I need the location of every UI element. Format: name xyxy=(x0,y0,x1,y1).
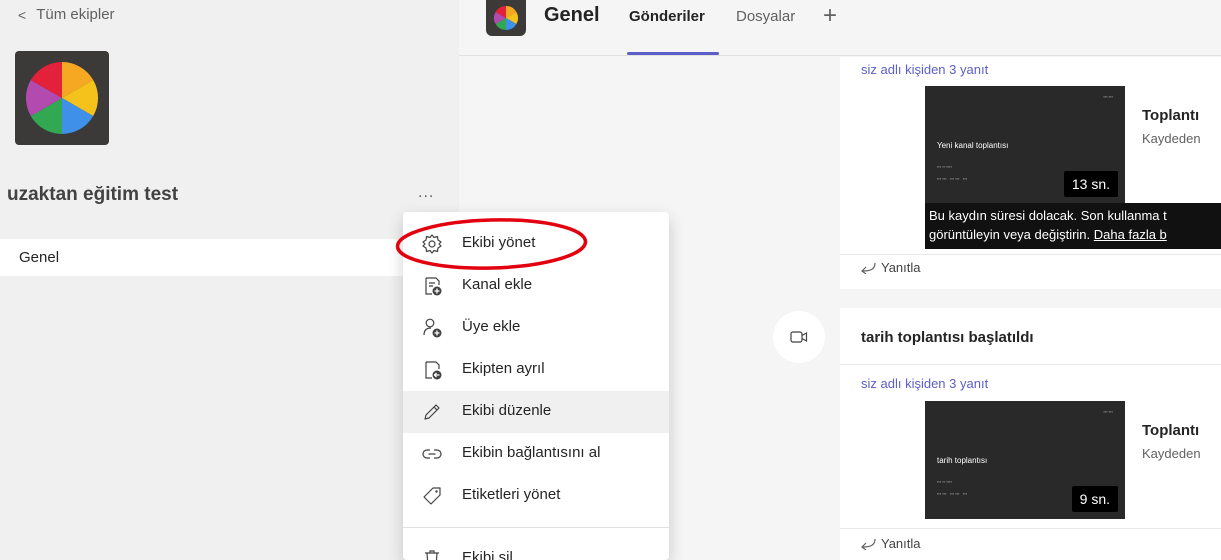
menu-item-label: Kanal ekle xyxy=(462,276,533,293)
recording-thumbnail[interactable]: ▪▪▪ ▪▪▪ tarih toplantısı ▪▪▪ ▪▪ ▪▪▪▪ ▪▪▪… xyxy=(925,401,1125,519)
duration-badge: 13 sn. xyxy=(1063,171,1118,197)
add-channel-icon xyxy=(425,277,442,296)
menu-item-add-member[interactable]: Üye ekle xyxy=(403,307,669,349)
pie-logo-icon xyxy=(493,5,519,31)
reply-label: Yanıtla xyxy=(881,536,921,551)
menu-item-leave-team[interactable]: Ekipten ayrıl xyxy=(403,349,669,391)
team-sidebar: < Tüm ekipler uzaktan eğitim test ... Ge… xyxy=(0,0,459,560)
menu-item-get-link[interactable]: Ekibin bağlantısını al xyxy=(403,433,669,475)
add-tab-button[interactable]: + xyxy=(823,2,837,30)
back-to-teams-link[interactable]: < Tüm ekipler xyxy=(18,6,115,23)
link-icon xyxy=(422,449,442,459)
expiry-warning: Bu kaydın süresi dolacak. Son kullanma t… xyxy=(925,203,1221,249)
replies-link[interactable]: siz adlı kişiden 3 yanıt xyxy=(861,62,988,77)
thumbnail-tag: ▪▪▪ ▪▪▪ xyxy=(1103,94,1113,99)
menu-separator xyxy=(403,527,669,528)
post-card: siz adlı kişiden 3 yanıt ▪▪▪ ▪▪▪ Yeni ka… xyxy=(840,57,1221,289)
menu-item-label: Ekibi yönet xyxy=(462,234,536,251)
meeting-post-card: tarih toplantısı başlatıldı siz adlı kiş… xyxy=(840,308,1221,560)
tab-files[interactable]: Dosyalar xyxy=(736,8,795,25)
divider xyxy=(840,364,1221,365)
warning-line-2: görüntüleyin veya değiştirin. Daha fazla… xyxy=(929,225,1217,244)
gear-icon xyxy=(422,234,442,254)
channel-title: Genel xyxy=(544,4,600,26)
channel-logo xyxy=(486,0,526,36)
divider xyxy=(840,254,1221,255)
reply-label: Yanıtla xyxy=(881,260,921,275)
thumbnail-meta: ▪▪▪ ▪▪▪ ▪▪▪ ▪▪▪ ▪▪▪ xyxy=(937,491,968,496)
menu-item-label: Etiketleri yönet xyxy=(462,486,561,503)
recording-thumbnail[interactable]: ▪▪▪ ▪▪▪ Yeni kanal toplantısı ▪▪▪ ▪▪ ▪▪▪… xyxy=(925,86,1125,204)
reply-button[interactable]: Yanıtla xyxy=(860,536,921,551)
menu-item-delete-team[interactable]: Ekibi sil xyxy=(403,538,669,560)
warning-text: görüntüleyin veya değiştirin. xyxy=(929,227,1091,242)
channel-item-genel[interactable]: Genel xyxy=(0,239,459,276)
warning-line: Bu kaydın süresi dolacak. Son kullanma t xyxy=(929,208,1167,223)
menu-item-manage-team[interactable]: Ekibi yönet xyxy=(403,223,669,265)
menu-item-label: Ekipten ayrıl xyxy=(462,360,545,377)
thumbnail-title: tarih toplantısı xyxy=(937,456,988,465)
meeting-started-title: tarih toplantısı başlatıldı xyxy=(861,329,1034,346)
menu-item-add-channel[interactable]: Kanal ekle xyxy=(403,265,669,307)
channel-header: Genel Gönderiler Dosyalar + xyxy=(459,0,1221,56)
reply-button[interactable]: Yanıtla xyxy=(860,260,921,275)
thumbnail-meta: ▪▪▪ ▪▪ ▪▪▪▪ xyxy=(937,479,952,484)
tab-posts[interactable]: Gönderiler xyxy=(629,8,705,25)
team-options-menu: Ekibi yönet Kanal ekle Üye ekle Ekipten … xyxy=(403,212,669,560)
thumbnail-tag: ▪▪▪ ▪▪▪ xyxy=(1103,409,1113,414)
reply-arrow-icon xyxy=(861,262,876,274)
meeting-video-icon xyxy=(773,311,825,363)
thumbnail-title: Yeni kanal toplantısı xyxy=(937,141,1009,150)
menu-item-edit-team[interactable]: Ekibi düzenle xyxy=(403,391,669,433)
thumbnail-meta: ▪▪▪ ▪▪ ▪▪▪▪ xyxy=(937,164,952,169)
team-name: uzaktan eğitim test xyxy=(7,184,179,205)
reply-arrow-icon xyxy=(861,538,876,550)
add-member-icon xyxy=(423,318,442,338)
leave-team-icon xyxy=(425,361,442,380)
pencil-icon xyxy=(424,404,440,420)
recording-subtitle: Kaydeden xyxy=(1142,446,1201,461)
trash-icon xyxy=(425,550,439,560)
recording-title[interactable]: Toplantı xyxy=(1142,422,1199,439)
channel-label: Genel xyxy=(19,249,60,266)
duration-badge: 9 sn. xyxy=(1071,486,1118,512)
back-label: Tüm ekipler xyxy=(36,6,115,23)
menu-item-manage-tags[interactable]: Etiketleri yönet xyxy=(403,475,669,517)
recording-title[interactable]: Toplantı xyxy=(1142,107,1199,124)
learn-more-link[interactable]: Daha fazla b xyxy=(1094,227,1167,242)
replies-link[interactable]: siz adlı kişiden 3 yanıt xyxy=(861,376,988,391)
thumbnail-meta: ▪▪▪ ▪▪▪ ▪▪▪ ▪▪▪ ▪▪▪ xyxy=(937,176,968,181)
menu-item-label: Ekibin bağlantısını al xyxy=(462,444,601,461)
menu-item-label: Ekibi düzenle xyxy=(462,402,552,419)
chevron-left-icon: < xyxy=(18,6,27,23)
team-logo xyxy=(15,51,109,145)
menu-item-label: Ekibi sil xyxy=(462,549,513,560)
more-options-button[interactable]: ... xyxy=(418,184,434,202)
divider xyxy=(840,528,1221,529)
pie-logo-icon xyxy=(25,61,99,135)
recording-subtitle: Kaydeden xyxy=(1142,131,1201,146)
tag-icon xyxy=(423,487,441,505)
menu-item-label: Üye ekle xyxy=(462,318,521,335)
active-tab-indicator xyxy=(627,52,719,55)
camera-icon xyxy=(790,331,808,343)
